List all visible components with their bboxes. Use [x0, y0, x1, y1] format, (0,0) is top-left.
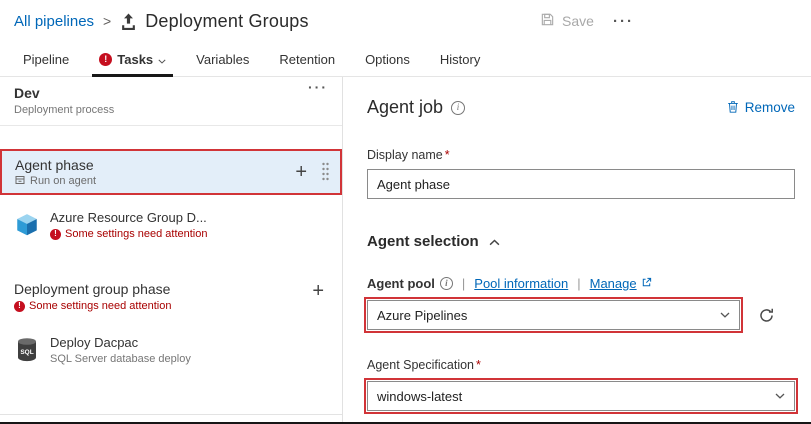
separator: | — [461, 276, 466, 291]
required-marker: * — [476, 358, 481, 372]
pool-information-link[interactable]: Pool information — [474, 276, 568, 291]
tab-variables[interactable]: Variables — [181, 42, 264, 76]
phase-title: Deployment group phase — [14, 281, 171, 297]
tab-pipeline[interactable]: Pipeline — [8, 42, 84, 76]
add-task-button-deployment-group[interactable]: + — [302, 281, 334, 301]
task-title: Azure Resource Group D... — [50, 210, 207, 225]
agent-specification-value: windows-latest — [377, 388, 463, 404]
chevron-down-icon — [158, 52, 166, 67]
process-title: Dev — [14, 85, 40, 101]
separator: | — [577, 276, 581, 291]
phase-item-agent-phase[interactable]: Agent phase Run on agent + — [0, 149, 342, 195]
header-more-button[interactable]: ··· — [613, 0, 634, 42]
divider — [0, 414, 342, 415]
phase-info: Agent phase Run on agent — [15, 157, 285, 188]
add-task-button-agent-phase[interactable]: + — [285, 162, 317, 182]
sql-database-icon: SQL — [14, 337, 40, 363]
task-subtitle: SQL Server database deploy — [50, 353, 191, 365]
top-header: All pipelines > Deployment Groups Save ·… — [0, 0, 811, 42]
agent-pool-dropdown[interactable]: Azure Pipelines — [364, 297, 743, 333]
phase-title: Agent phase — [15, 156, 94, 173]
chevron-up-icon — [489, 233, 500, 250]
tab-history[interactable]: History — [425, 42, 495, 76]
process-subtitle: Deployment process — [14, 104, 115, 116]
breadcrumb-separator: > — [103, 13, 112, 29]
breadcrumb-all-pipelines[interactable]: All pipelines — [14, 13, 94, 30]
refresh-button[interactable] — [753, 302, 779, 328]
process-header-dev[interactable]: Dev Deployment process ··· — [0, 77, 342, 125]
phase-item-deployment-group[interactable]: Deployment group phase Some settings nee… — [0, 271, 342, 320]
required-marker: * — [444, 148, 450, 162]
agent-specification-dropdown[interactable]: windows-latest — [364, 378, 798, 414]
agent-pool-value: Azure Pipelines — [377, 307, 468, 323]
warning-icon — [14, 300, 25, 312]
tab-tasks[interactable]: Tasks — [84, 42, 181, 77]
task-item-azure-resource-group[interactable]: Azure Resource Group D... Some settings … — [0, 201, 342, 249]
manage-link[interactable]: Manage — [590, 276, 652, 291]
deployment-groups-icon — [120, 13, 137, 30]
warning-icon — [50, 228, 61, 240]
tab-retention[interactable]: Retention — [264, 42, 350, 76]
save-label: Save — [562, 13, 594, 29]
run-on-agent-icon — [15, 175, 25, 188]
task-item-deploy-dacpac[interactable]: SQL Deploy Dacpac SQL Server database de… — [0, 326, 342, 374]
task-warning-text: Some settings need attention — [65, 228, 208, 240]
trash-icon — [726, 99, 740, 117]
tasks-error-icon — [99, 52, 113, 66]
drop-gap — [0, 126, 342, 149]
info-icon[interactable] — [439, 277, 453, 290]
agent-specification-label: Agent Specification * — [367, 358, 481, 372]
chevron-down-icon — [720, 312, 730, 318]
agent-pool-label: Agent pool — [367, 276, 453, 291]
phase-warning-text: Some settings need attention — [29, 300, 172, 312]
info-icon[interactable] — [451, 100, 466, 115]
drag-handle-icon[interactable] — [321, 161, 330, 183]
azure-resource-group-icon — [14, 212, 40, 238]
page-title: Deployment Groups — [145, 10, 309, 31]
remove-button[interactable]: Remove — [726, 99, 795, 117]
svg-text:SQL: SQL — [20, 349, 33, 356]
panel-title: Agent job — [367, 97, 444, 117]
external-link-icon — [641, 276, 652, 291]
save-icon — [540, 12, 555, 30]
chevron-down-icon — [775, 393, 785, 399]
details-panel: Agent job Remove Display name* Agent sel… — [343, 77, 811, 422]
tab-bar: Pipeline Tasks Variables Retention Optio… — [0, 42, 811, 77]
task-title: Deploy Dacpac — [50, 335, 139, 350]
pipeline-editor-window: All pipelines > Deployment Groups Save ·… — [0, 0, 811, 424]
main-area: Dev Deployment process ··· Agent phase R… — [0, 77, 811, 422]
task-list-panel: Dev Deployment process ··· Agent phase R… — [0, 77, 343, 422]
tab-options[interactable]: Options — [350, 42, 425, 76]
display-name-input[interactable] — [367, 169, 795, 199]
save-button[interactable]: Save — [540, 0, 594, 42]
display-name-label: Display name * — [367, 148, 450, 162]
process-more-button[interactable]: ··· — [308, 79, 328, 95]
remove-label: Remove — [744, 100, 795, 115]
phase-subtitle: Run on agent — [30, 175, 97, 187]
agent-selection-section-header[interactable]: Agent selection — [367, 233, 795, 250]
